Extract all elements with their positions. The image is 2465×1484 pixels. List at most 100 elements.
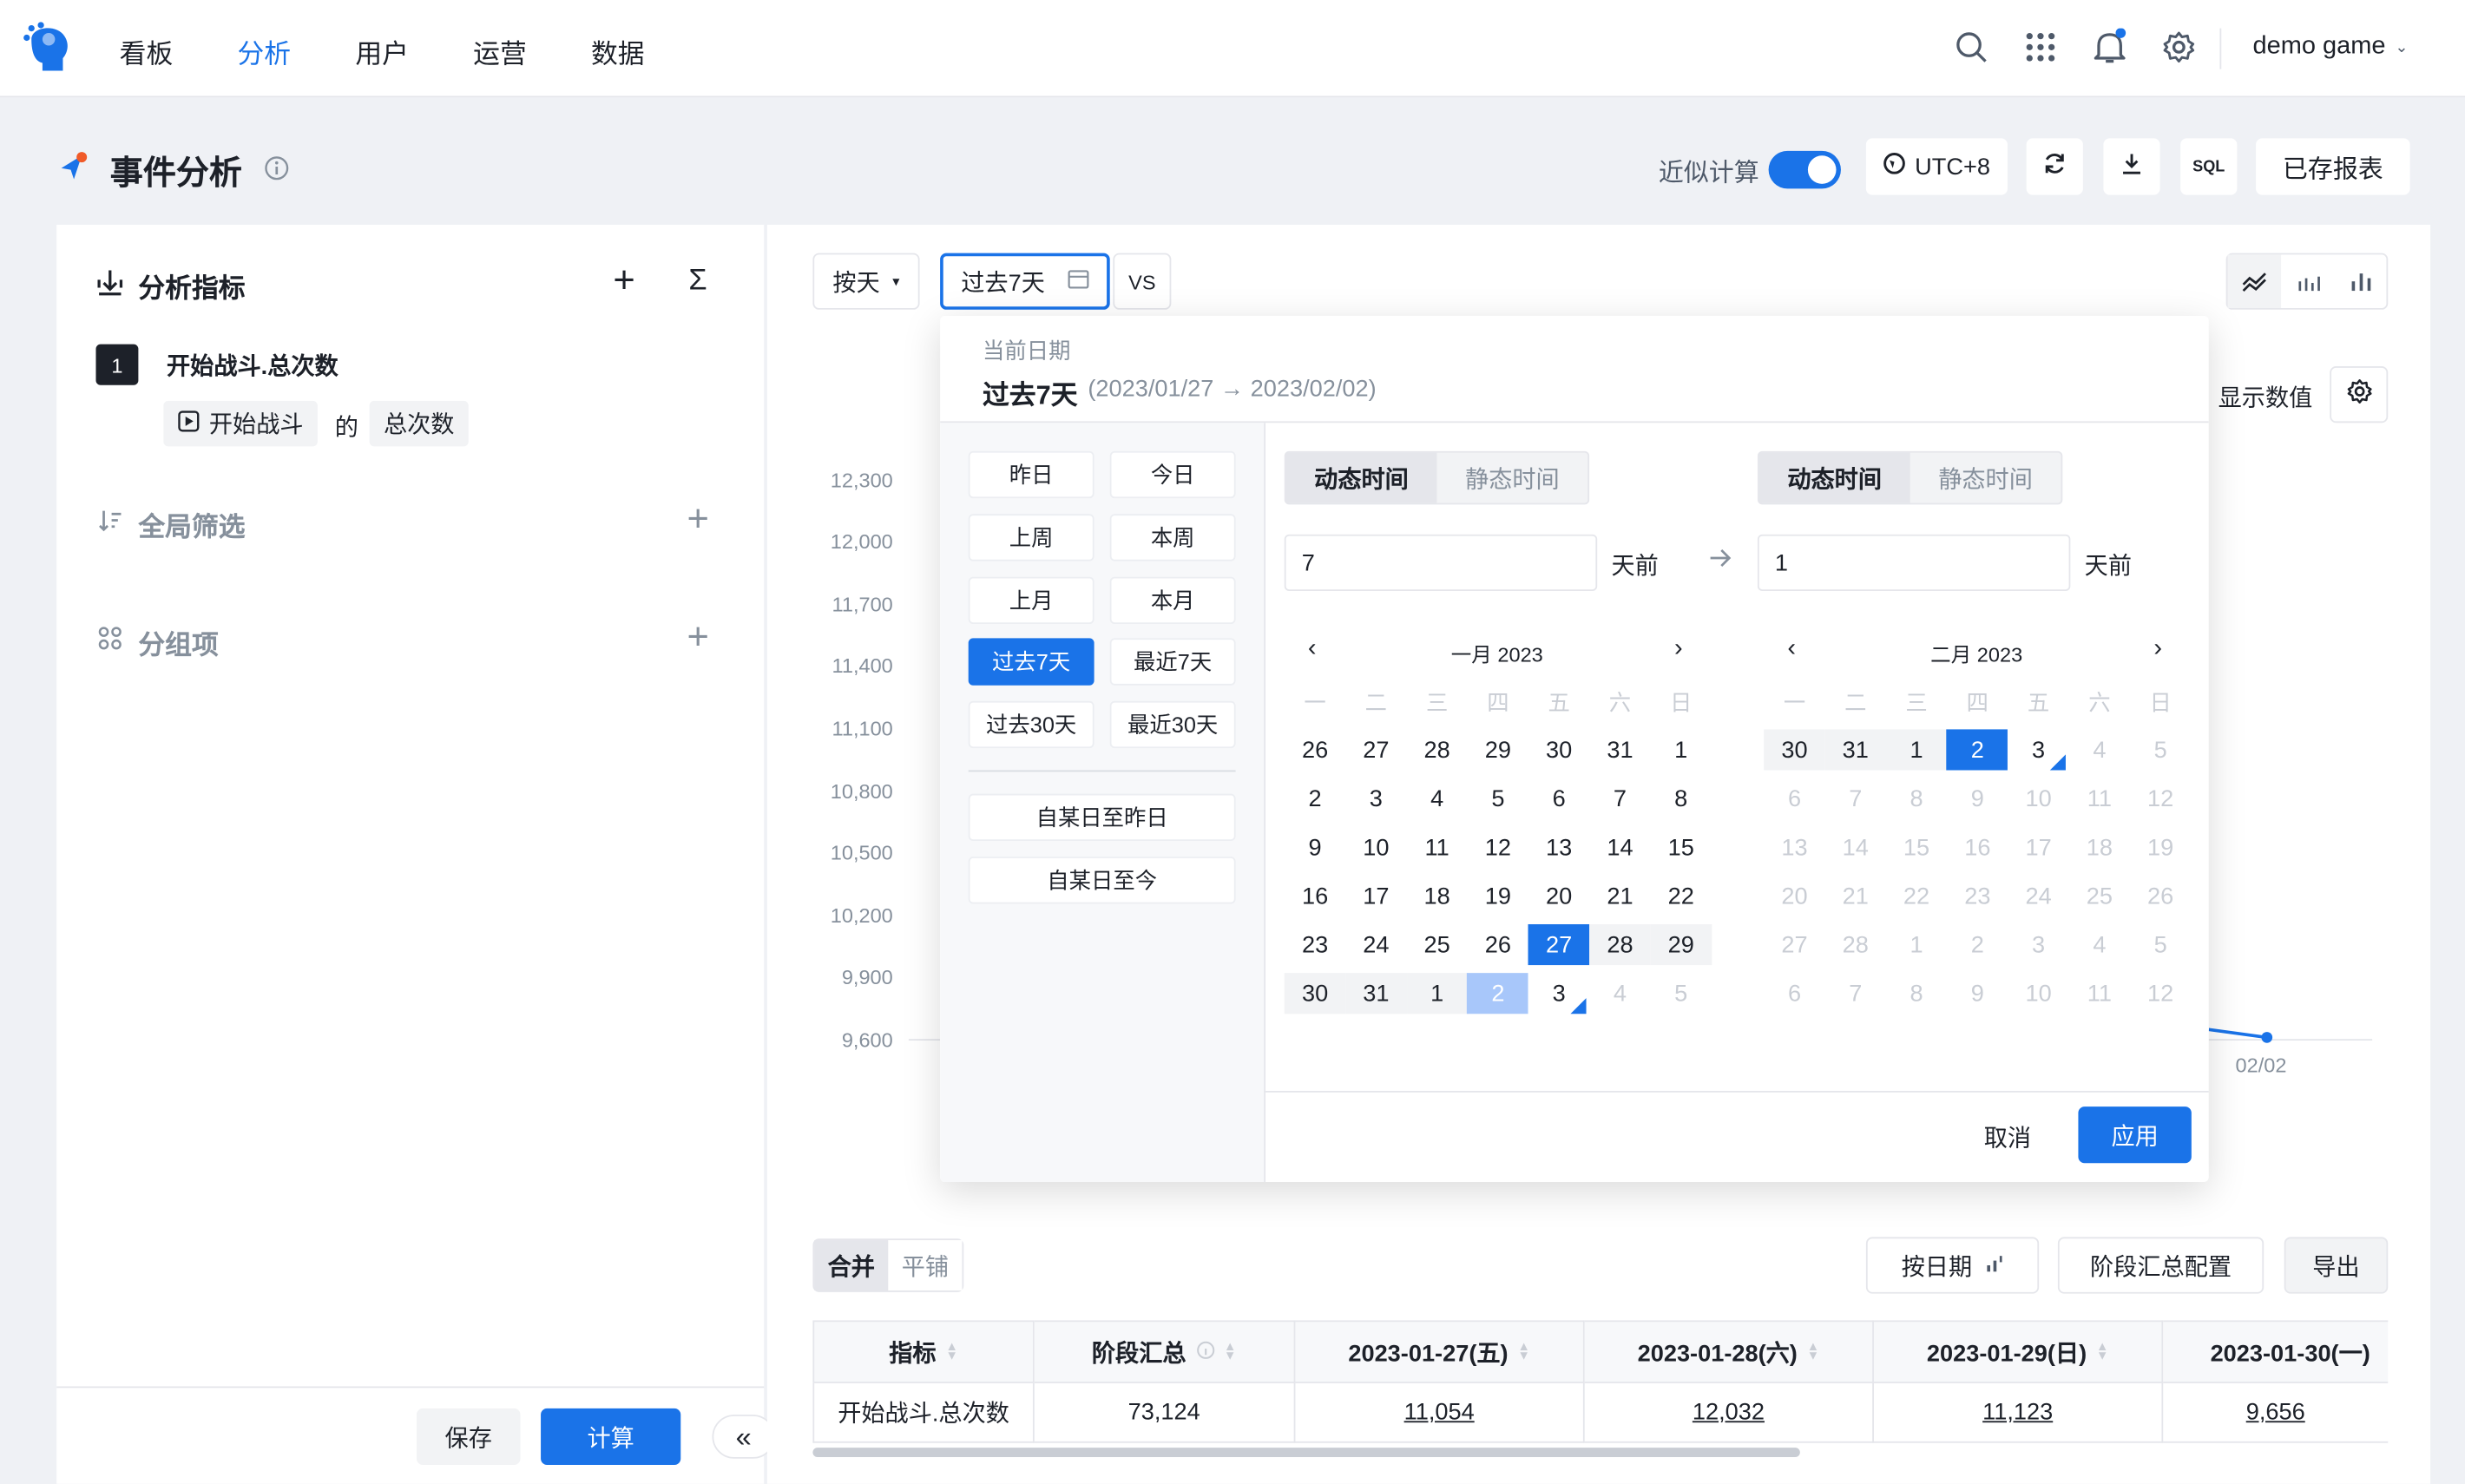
- table-cell-link[interactable]: 12,032: [1584, 1382, 1874, 1443]
- cancel-button[interactable]: 取消: [1984, 1120, 2031, 1153]
- calendar-day[interactable]: 25: [1406, 924, 1468, 965]
- calendar-day[interactable]: 12: [1468, 827, 1529, 868]
- calendar-day[interactable]: 7: [1589, 778, 1651, 819]
- quick-recent-7-days[interactable]: 最近7天: [1109, 638, 1236, 686]
- column-header[interactable]: 指标 ▲ ▼: [812, 1320, 1035, 1383]
- prev-month-button[interactable]: ‹: [1787, 635, 1796, 664]
- calendar-day[interactable]: 1: [1406, 973, 1468, 1015]
- calendar-day[interactable]: 2: [1467, 973, 1529, 1015]
- calendar-day[interactable]: 2: [1947, 924, 2008, 965]
- calendar-day[interactable]: 28: [1824, 924, 1886, 965]
- calendar-day[interactable]: 15: [1886, 827, 1948, 868]
- saved-reports-button[interactable]: 已存报表: [2256, 138, 2410, 195]
- quick-last-week[interactable]: 上周: [968, 514, 1094, 561]
- calendar-day[interactable]: 5: [1468, 778, 1529, 819]
- table-cell-link[interactable]: 11,123: [1873, 1382, 2164, 1443]
- quick-recent-30-days[interactable]: 最近30天: [1109, 700, 1236, 749]
- calendar-day[interactable]: 1: [1886, 924, 1948, 965]
- search-icon[interactable]: [1951, 27, 1992, 68]
- chart-settings-button[interactable]: [2330, 366, 2389, 424]
- quick-this-week[interactable]: 本周: [1109, 514, 1236, 561]
- approx-calc-toggle[interactable]: [1768, 150, 1841, 189]
- end-days-input[interactable]: 1: [1757, 534, 2071, 592]
- calendar-day[interactable]: 18: [2069, 827, 2131, 868]
- calendar-day[interactable]: 31: [1824, 729, 1887, 771]
- table-cell-link[interactable]: 11,054: [1295, 1382, 1585, 1443]
- bell-icon[interactable]: [2089, 27, 2130, 68]
- calendar-day[interactable]: 10: [2008, 973, 2069, 1014]
- calendar-day[interactable]: 8: [1886, 778, 1948, 819]
- calendar-day[interactable]: 11: [1406, 827, 1468, 868]
- calendar-day[interactable]: 6: [1764, 778, 1825, 819]
- calendar-day[interactable]: 26: [1285, 729, 1346, 770]
- calendar-day[interactable]: 1: [1885, 729, 1948, 771]
- calendar-day[interactable]: 4: [1589, 973, 1651, 1014]
- next-month-button[interactable]: ›: [1674, 635, 1683, 664]
- calendar-day[interactable]: 3: [2008, 924, 2069, 965]
- calendar-day[interactable]: 20: [1764, 876, 1825, 916]
- calendar-day[interactable]: 30: [1764, 729, 1825, 771]
- calendar-day[interactable]: 13: [1764, 827, 1825, 868]
- calendar-day[interactable]: 21: [1589, 876, 1651, 916]
- end-dynamic-tab[interactable]: 动态时间: [1758, 452, 1910, 503]
- calendar-day[interactable]: 23: [1947, 876, 2008, 916]
- calendar-day[interactable]: 4: [2069, 729, 2131, 770]
- apply-button[interactable]: 应用: [2078, 1106, 2192, 1164]
- calendar-day[interactable]: 19: [2130, 827, 2192, 868]
- show-values-label[interactable]: 显示数值: [2218, 380, 2313, 413]
- prev-month-button[interactable]: ‹: [1308, 635, 1317, 664]
- calendar-day[interactable]: 4: [1406, 778, 1468, 819]
- column-header[interactable]: 2023-01-28(六) ▲ ▼: [1584, 1320, 1874, 1383]
- calendar-day[interactable]: 11: [2069, 973, 2131, 1014]
- granularity-select[interactable]: 按天 ▾: [812, 253, 920, 310]
- timezone-button[interactable]: UTC+8: [1865, 138, 2008, 195]
- column-header[interactable]: 2023-01-30(一): [2163, 1320, 2389, 1383]
- quick-past-30-days[interactable]: 过去30天: [968, 700, 1094, 749]
- calendar-day[interactable]: 30: [1284, 973, 1346, 1015]
- horizontal-scrollbar[interactable]: [812, 1448, 1800, 1458]
- nav-analysis[interactable]: 分析: [237, 31, 291, 70]
- calendar-day[interactable]: 7: [1824, 973, 1886, 1014]
- calendar-day[interactable]: 23: [1285, 924, 1346, 965]
- aggregation-selector[interactable]: 总次数: [369, 400, 469, 447]
- calendar-day[interactable]: 25: [2069, 876, 2131, 916]
- calendar-day[interactable]: 20: [1528, 876, 1590, 916]
- tile-mode-tab[interactable]: 平铺: [888, 1240, 963, 1291]
- start-dynamic-tab[interactable]: 动态时间: [1285, 452, 1437, 503]
- settings-gear-icon[interactable]: [2159, 27, 2199, 68]
- since-date-to-today[interactable]: 自某日至今: [968, 857, 1236, 904]
- start-days-input[interactable]: 7: [1284, 534, 1598, 592]
- calendar-day[interactable]: 15: [1650, 827, 1712, 868]
- calendar-day[interactable]: 8: [1650, 778, 1712, 819]
- calendar-day[interactable]: 30: [1528, 729, 1590, 770]
- calendar-day[interactable]: 21: [1824, 876, 1886, 916]
- calendar-day[interactable]: 12: [2130, 973, 2192, 1014]
- column-header[interactable]: 2023-01-27(五) ▲ ▼: [1295, 1320, 1585, 1383]
- nav-data[interactable]: 数据: [591, 31, 645, 70]
- calendar-day[interactable]: 6: [1528, 778, 1590, 819]
- merge-mode-tab[interactable]: 合并: [814, 1240, 889, 1291]
- calendar-day[interactable]: 28: [1406, 729, 1468, 770]
- calendar-day[interactable]: 18: [1406, 876, 1468, 916]
- calendar-day[interactable]: 14: [1824, 827, 1886, 868]
- add-filter-button[interactable]: +: [687, 501, 709, 539]
- apps-grid-icon[interactable]: [2020, 27, 2061, 68]
- calendar-day[interactable]: 10: [2008, 778, 2069, 819]
- column-header[interactable]: 阶段汇总 ▲ ▼: [1034, 1320, 1296, 1383]
- calendar-day[interactable]: 9: [1947, 778, 2008, 819]
- calendar-day[interactable]: 31: [1345, 973, 1407, 1015]
- calendar-day[interactable]: 7: [1824, 778, 1886, 819]
- table-cell-link[interactable]: 9,656: [2163, 1383, 2389, 1443]
- calendar-day[interactable]: 11: [2069, 778, 2131, 819]
- calendar-day[interactable]: 17: [2008, 827, 2069, 868]
- calendar-day[interactable]: 22: [1650, 876, 1712, 916]
- calendar-day[interactable]: 22: [1886, 876, 1948, 916]
- calendar-day[interactable]: 9: [1285, 827, 1346, 868]
- calendar-day[interactable]: 24: [1345, 924, 1407, 965]
- quick-today[interactable]: 今日: [1109, 450, 1236, 499]
- event-selector[interactable]: 开始战斗: [163, 400, 318, 447]
- nav-users[interactable]: 用户: [355, 31, 409, 70]
- info-icon[interactable]: [264, 155, 289, 188]
- stage-config-button[interactable]: 阶段汇总配置: [2057, 1237, 2265, 1294]
- column-header[interactable]: 2023-01-29(日) ▲ ▼: [1873, 1320, 2164, 1383]
